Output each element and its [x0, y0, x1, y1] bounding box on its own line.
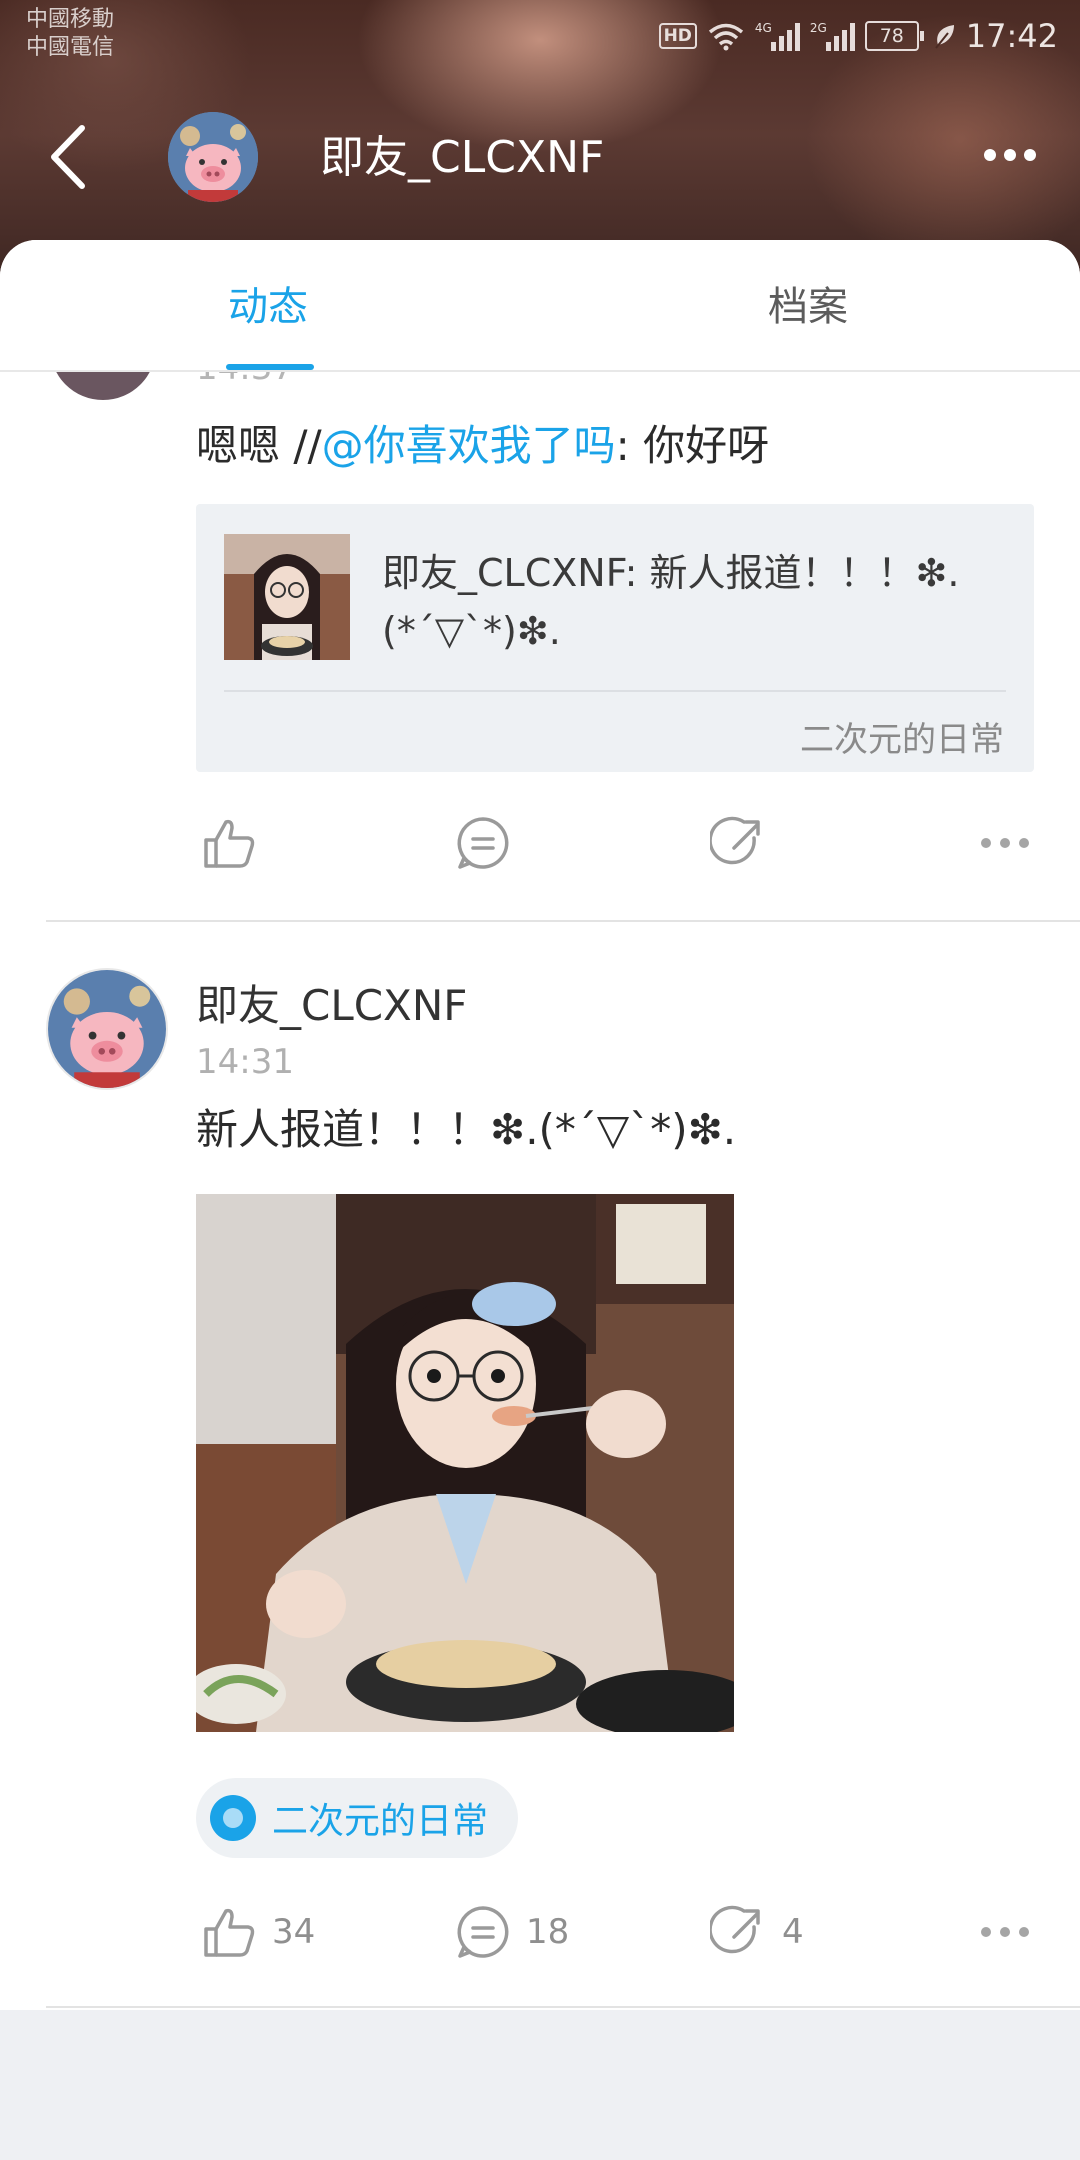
- post-1-repost-button[interactable]: [710, 808, 782, 878]
- tab-active-indicator: [226, 364, 314, 370]
- battery-level: 78: [864, 21, 919, 51]
- post-2-repost-count: 4: [782, 1912, 804, 1952]
- clock: 17:42: [965, 17, 1058, 55]
- comment-icon: [457, 1906, 509, 1958]
- status-bar: 中國移動 中國電信 HD 4G 2G 78 17:42: [0, 0, 1080, 70]
- repost-icon: [710, 1905, 760, 1954]
- carrier-2: 中國電信: [26, 35, 115, 60]
- quote-divider: [224, 690, 1006, 692]
- network-4g-label: 4G: [754, 21, 772, 35]
- leaf-icon: [935, 25, 954, 49]
- carrier-labels: 中國移動 中國電信: [26, 6, 114, 62]
- topic-circle-icon: [210, 1795, 256, 1841]
- carrier-1: 中國移動: [26, 7, 115, 32]
- post-2-author-name[interactable]: 即友_CLCXNF: [196, 978, 467, 1034]
- girl-eating-photo: [196, 1194, 734, 1732]
- post-1-like-button[interactable]: [200, 808, 272, 878]
- post-2-avatar[interactable]: [46, 968, 168, 1090]
- post-1-comment-button[interactable]: [454, 808, 526, 878]
- post-divider: [46, 920, 1080, 922]
- girl-photo-thumbnail: [224, 534, 350, 660]
- tab-feed[interactable]: 动态: [228, 282, 308, 332]
- quoted-post-thumbnail[interactable]: [224, 534, 350, 660]
- network-2g-label: 2G: [809, 21, 827, 35]
- more-horizontal-icon: [981, 1927, 1029, 1937]
- signal-2g-icon: 2G: [810, 21, 855, 51]
- more-horizontal-icon: [981, 838, 1029, 848]
- back-chevron-icon[interactable]: [46, 122, 90, 192]
- quoted-post-topic[interactable]: 二次元的日常: [800, 712, 1004, 761]
- more-horizontal-icon[interactable]: [980, 140, 1040, 170]
- tab-profile[interactable]: 档案: [768, 282, 848, 332]
- tab-bar: 动态 档案: [0, 240, 1080, 372]
- post-2-topic-label: 二次元的日常: [272, 1801, 489, 1842]
- post-1-text-prefix: 嗯嗯 //: [196, 421, 322, 470]
- pig-avatar-icon: [168, 112, 258, 202]
- post-2-like-button[interactable]: 34: [200, 1897, 315, 1967]
- hd-badge: HD: [658, 23, 697, 49]
- post-2-repost-button[interactable]: 4: [710, 1897, 804, 1967]
- post-divider: [46, 2006, 1080, 2008]
- nav-avatar[interactable]: [168, 112, 258, 202]
- post-1-mention-link[interactable]: @你喜欢我了吗: [322, 421, 616, 470]
- status-indicators: HD 4G 2G 78 17:42: [658, 14, 1058, 58]
- battery-icon: 78: [864, 21, 924, 51]
- signal-4g-icon: 4G: [755, 21, 800, 51]
- post-2-comment-button[interactable]: 18: [454, 1897, 569, 1967]
- content-panel: 动态 档案 14:37 嗯嗯 //@你喜欢我了吗: 你好呀 即友_CLCXNF:…: [0, 240, 1080, 2010]
- post-2-more-button[interactable]: [976, 1897, 1034, 1967]
- profile-title: 即友_CLCXNF: [320, 132, 605, 183]
- post-1-text: 嗯嗯 //@你喜欢我了吗: 你好呀: [196, 418, 769, 474]
- post-2-text: 新人报道！！！❇.(*´▽`*)❇.: [196, 1105, 737, 1154]
- post-1-text-suffix: : 你好呀: [615, 421, 770, 470]
- post-2-photo[interactable]: [196, 1194, 734, 1732]
- post-2-topic-chip[interactable]: 二次元的日常: [196, 1778, 519, 1858]
- post-2-like-count: 34: [272, 1912, 316, 1952]
- post-2-time: 14:31: [196, 1042, 294, 1082]
- post-1-actions: [196, 808, 1046, 878]
- post-1-more-button[interactable]: [976, 808, 1034, 878]
- post-2-actions: 34 18 4: [196, 1897, 1046, 1967]
- wifi-icon: [708, 23, 744, 51]
- pig-avatar-icon: [48, 970, 166, 1088]
- post-2-comment-count: 18: [526, 1912, 570, 1952]
- quoted-post-card[interactable]: 即友_CLCXNF: 新人报道！！！❇.(*´▽`*)❇. 二次元的日常: [196, 504, 1034, 772]
- thumbs-up-icon: [204, 819, 255, 868]
- repost-icon: [710, 816, 760, 865]
- comment-icon: [457, 817, 509, 869]
- thumbs-up-icon: [204, 1908, 255, 1957]
- quoted-post-text: 即友_CLCXNF: 新人报道！！！❇.(*´▽`*)❇.: [382, 551, 960, 653]
